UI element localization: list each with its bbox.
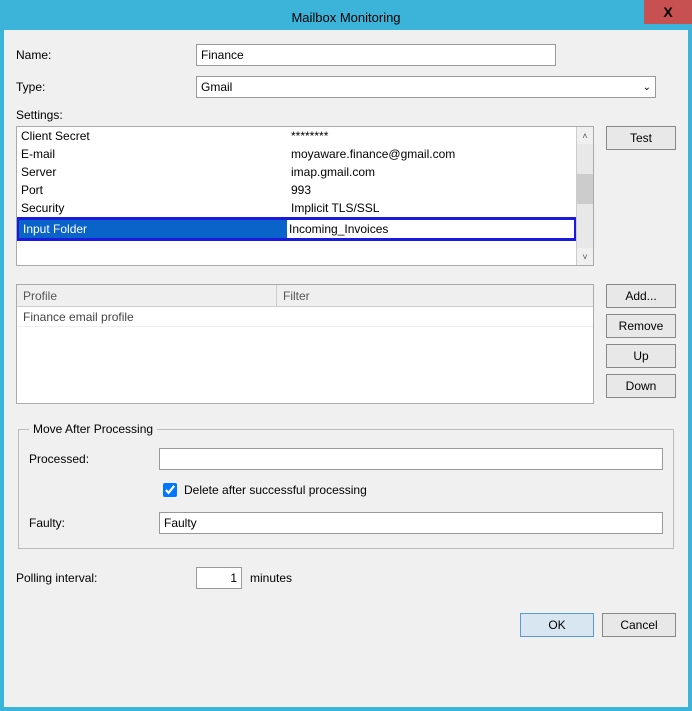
profiles-area: Profile Filter Finance email profile Add… (16, 284, 676, 404)
scroll-up-icon[interactable]: ˄ (577, 127, 593, 144)
faulty-input[interactable] (159, 512, 663, 534)
up-button[interactable]: Up (606, 344, 676, 368)
processed-row: Processed: (29, 448, 663, 470)
scroll-track[interactable] (577, 144, 593, 248)
ok-button[interactable]: OK (520, 613, 594, 637)
content-area: Name: Type: Gmail ⌄ Settings: Client Sec… (4, 30, 688, 649)
settings-row[interactable]: Security Implicit TLS/SSL (17, 199, 576, 217)
settings-row[interactable]: Server imap.gmail.com (17, 163, 576, 181)
filter-cell (277, 307, 593, 326)
window-title: Mailbox Monitoring (291, 10, 400, 25)
close-icon: X (663, 4, 672, 20)
scroll-down-icon[interactable]: ˅ (577, 248, 593, 265)
profile-header-col[interactable]: Profile (17, 285, 277, 306)
name-input[interactable] (196, 44, 556, 66)
settings-scrollbar[interactable]: ˄ ˅ (576, 127, 593, 265)
settings-editing-input[interactable] (287, 220, 574, 238)
bottom-buttons: OK Cancel (16, 613, 676, 637)
name-row: Name: (16, 44, 676, 66)
minutes-label: minutes (250, 571, 292, 585)
polling-input[interactable] (196, 567, 242, 589)
type-label: Type: (16, 80, 196, 94)
type-value: Gmail (201, 80, 232, 94)
polling-row: Polling interval: minutes (16, 567, 676, 589)
down-button[interactable]: Down (606, 374, 676, 398)
profile-row[interactable]: Finance email profile (17, 307, 593, 327)
type-row: Type: Gmail ⌄ (16, 76, 676, 98)
move-legend: Move After Processing (29, 422, 157, 436)
remove-button[interactable]: Remove (606, 314, 676, 338)
add-button[interactable]: Add... (606, 284, 676, 308)
filter-header-col[interactable]: Filter (277, 285, 593, 306)
settings-editing-name: Input Folder (19, 220, 287, 238)
settings-row[interactable]: E-mail moyaware.finance@gmail.com (17, 145, 576, 163)
profiles-list: Profile Filter Finance email profile (16, 284, 594, 404)
delete-checkbox[interactable] (163, 483, 177, 497)
scroll-thumb[interactable] (577, 174, 593, 204)
name-label: Name: (16, 48, 196, 62)
delete-checkbox-label: Delete after successful processing (184, 483, 367, 497)
delete-checkbox-row: Delete after successful processing (29, 480, 663, 500)
settings-area: Client Secret ******** E-mail moyaware.f… (16, 126, 676, 266)
settings-row[interactable]: Port 993 (17, 181, 576, 199)
processed-label: Processed: (29, 452, 159, 466)
settings-row[interactable]: Client Secret ******** (17, 127, 576, 145)
close-button[interactable]: X (644, 0, 692, 24)
polling-label: Polling interval: (16, 571, 188, 585)
settings-row-editing[interactable]: Input Folder (17, 217, 576, 241)
settings-rows[interactable]: Client Secret ******** E-mail moyaware.f… (17, 127, 576, 265)
faulty-label: Faulty: (29, 516, 159, 530)
profiles-header: Profile Filter (17, 285, 593, 307)
test-button[interactable]: Test (606, 126, 676, 150)
settings-side-buttons: Test (606, 126, 676, 266)
settings-list: Client Secret ******** E-mail moyaware.f… (16, 126, 594, 266)
chevron-down-icon: ⌄ (643, 82, 651, 93)
profile-cell: Finance email profile (17, 307, 277, 326)
faulty-row: Faulty: (29, 512, 663, 534)
profiles-side-buttons: Add... Remove Up Down (606, 284, 676, 404)
type-select[interactable]: Gmail ⌄ (196, 76, 656, 98)
cancel-button[interactable]: Cancel (602, 613, 676, 637)
processed-input[interactable] (159, 448, 663, 470)
settings-label: Settings: (16, 108, 676, 122)
titlebar: Mailbox Monitoring X (4, 4, 688, 30)
dialog-window: Mailbox Monitoring X Name: Type: Gmail ⌄… (0, 0, 692, 711)
move-after-processing-group: Move After Processing Processed: Delete … (18, 422, 674, 549)
